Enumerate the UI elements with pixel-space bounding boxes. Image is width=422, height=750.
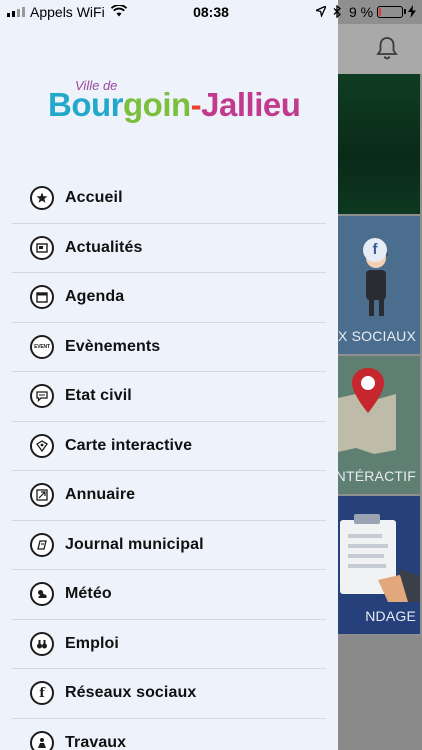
battery-cap — [404, 9, 406, 14]
menu-item-label: Accueil — [65, 189, 123, 207]
battery-level-fill — [379, 8, 381, 16]
menu-item[interactable]: Etat civil — [12, 372, 326, 422]
menu-item[interactable]: Journal municipal — [12, 521, 326, 570]
tile-label: UX SOCIAUX — [338, 328, 416, 344]
battery-percent: 9 % — [349, 4, 374, 20]
menu-item[interactable]: Accueil — [12, 174, 326, 224]
menu-item-label: Actualités — [65, 238, 143, 256]
menu-item-label: Carte interactive — [65, 436, 193, 454]
menu-item-label: Agenda — [65, 288, 125, 306]
status-bar: Appels WiFi 08:38 9 % — [0, 0, 422, 24]
navigation-drawer: Ville de Bourgoin-Jallieu Accueil Actuali… — [0, 0, 338, 750]
menu-item-label: Travaux — [65, 733, 127, 750]
bell-icon[interactable] — [375, 35, 399, 61]
background-strip — [338, 636, 422, 750]
menu-item[interactable]: Emploi — [12, 620, 326, 669]
tile-label: NTÉRACTIF — [338, 468, 416, 484]
tile-label: NDAGE — [365, 608, 416, 624]
menu-item[interactable]: Carte interactive — [12, 422, 326, 471]
home-tile-social[interactable]: f UX SOCIAUX — [338, 216, 420, 354]
worker-icon — [30, 730, 54, 750]
star-icon — [30, 186, 54, 211]
facebook-icon: f — [30, 681, 54, 706]
menu-item-label: Météo — [65, 585, 112, 603]
charging-bolt-icon — [408, 5, 416, 18]
menu-item[interactable]: Météo — [12, 570, 326, 620]
home-tile-banner[interactable] — [338, 74, 420, 214]
menu-item-label: Annuaire — [65, 486, 136, 504]
menu-item[interactable]: Agenda — [12, 273, 326, 323]
menu-item[interactable]: f Réseaux sociaux — [12, 669, 326, 719]
city-logo[interactable]: Ville de Bourgoin-Jallieu — [48, 78, 301, 124]
weather-icon — [30, 582, 54, 607]
bluetooth-icon — [333, 5, 341, 18]
menu-item-label: Evènements — [65, 337, 161, 355]
menu-item-label: Etat civil — [65, 387, 132, 405]
news-icon — [30, 235, 54, 260]
binoculars-icon — [30, 631, 54, 656]
home-tile-map[interactable]: NTÉRACTIF — [338, 356, 420, 494]
menu-item[interactable]: EVENT Evènements — [12, 323, 326, 372]
journal-icon — [30, 532, 54, 557]
menu-item[interactable]: Annuaire — [12, 471, 326, 521]
menu-item-label: Journal municipal — [65, 535, 204, 553]
chat-bubble-icon — [30, 384, 54, 409]
menu-item[interactable]: Travaux — [12, 719, 326, 750]
drawer-menu: Accueil Actualités Agenda EVENT Evènements Et… — [12, 174, 326, 750]
directory-icon — [30, 483, 54, 508]
calendar-icon — [30, 285, 54, 310]
menu-item-label: Réseaux sociaux — [65, 684, 197, 702]
menu-item[interactable]: Actualités — [12, 224, 326, 273]
logo-wordmark: Bourgoin-Jallieu — [48, 86, 301, 123]
home-tile-survey[interactable]: NDAGE — [338, 496, 420, 634]
facebook-icon: f — [363, 238, 387, 262]
location-arrow-icon — [316, 6, 326, 17]
event-icon: EVENT — [30, 334, 54, 359]
battery-icon — [377, 6, 403, 18]
app-header — [338, 24, 422, 74]
menu-item-label: Emploi — [65, 634, 119, 652]
map-icon — [30, 433, 54, 458]
